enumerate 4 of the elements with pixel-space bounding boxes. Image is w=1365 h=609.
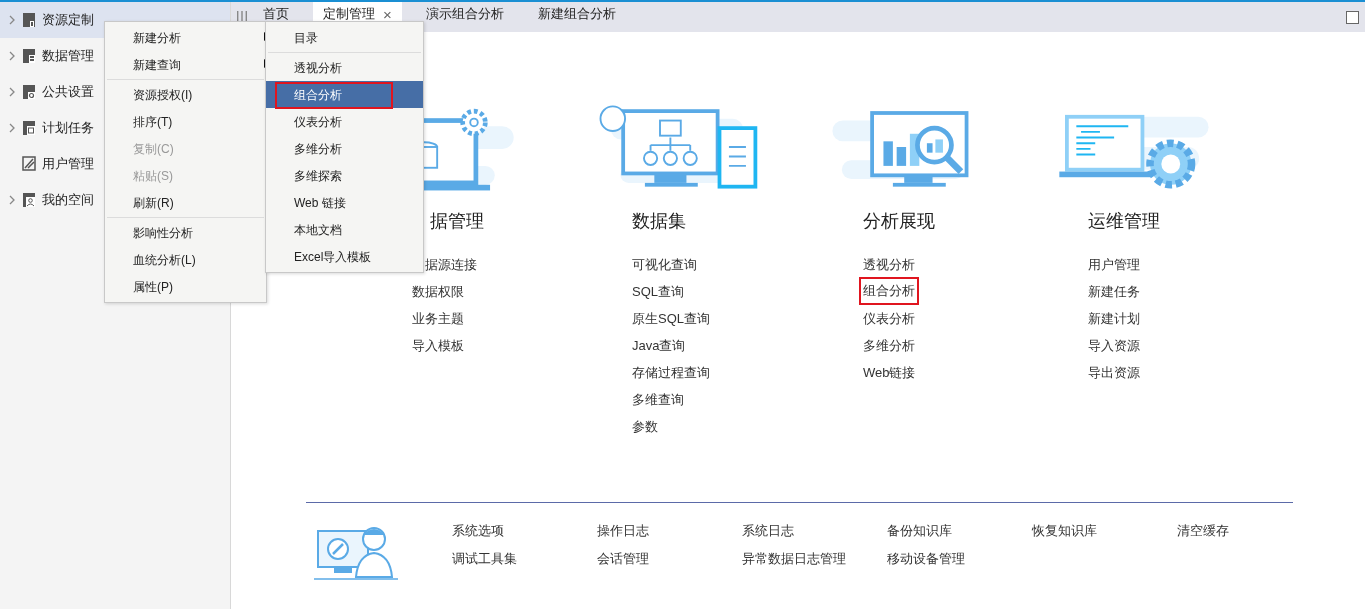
section-title: 分析展现	[863, 210, 936, 233]
section-title: 据管理	[430, 210, 485, 233]
section-title: 数据集	[632, 210, 687, 233]
section-title: 运维管理	[1088, 210, 1161, 233]
